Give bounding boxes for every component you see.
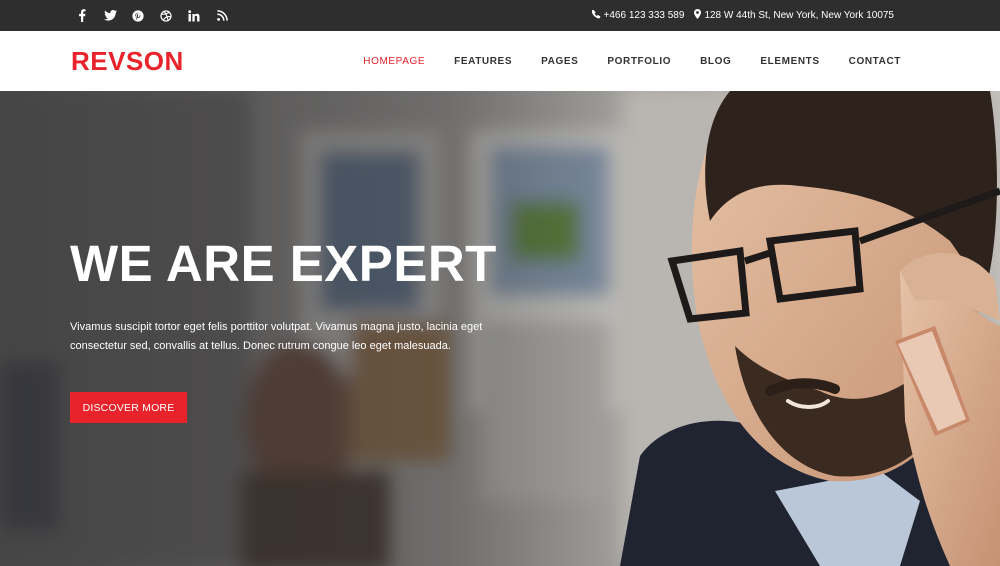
phone-icon [591,9,601,22]
dribbble-icon[interactable] [158,8,174,24]
nav-item-features[interactable]: FEATURES [454,56,512,67]
nav-item-blog[interactable]: BLOG [700,56,731,67]
site-logo[interactable]: REVSON [71,45,184,77]
contact-info: +466 123 333 589 128 W 44th St, New York… [591,0,894,31]
hero-section: WE ARE EXPERT Vivamus suscipit tortor eg… [0,91,1000,566]
main-navbar: REVSON HOMEPAGE FEATURES PAGES PORTFOLIO… [0,31,1000,91]
hero-description: Vivamus suscipit tortor eget felis portt… [70,321,483,352]
address-info: 128 W 44th St, New York, New York 10075 [694,9,894,22]
nav-item-pages[interactable]: PAGES [541,56,578,67]
social-links [74,0,230,31]
top-bar: +466 123 333 589 128 W 44th St, New York… [0,0,1000,31]
twitter-icon[interactable] [102,8,118,24]
discover-more-button[interactable]: DISCOVER MORE [70,392,187,423]
nav-item-contact[interactable]: CONTACT [849,56,901,67]
nav-item-portfolio[interactable]: PORTFOLIO [607,56,671,67]
map-marker-icon [694,9,702,22]
phone-number: +466 123 333 589 [603,10,685,21]
nav-item-elements[interactable]: ELEMENTS [760,56,819,67]
nav-item-homepage[interactable]: HOMEPAGE [363,56,425,67]
main-menu: HOMEPAGE FEATURES PAGES PORTFOLIO BLOG E… [363,31,901,91]
linkedin-icon[interactable] [186,8,202,24]
phone-info: +466 123 333 589 [591,9,685,22]
rss-icon[interactable] [214,8,230,24]
hero-title: WE ARE EXPERT [70,235,497,292]
address-text: 128 W 44th St, New York, New York 10075 [704,10,894,21]
pinterest-icon[interactable] [130,8,146,24]
facebook-icon[interactable] [74,8,90,24]
